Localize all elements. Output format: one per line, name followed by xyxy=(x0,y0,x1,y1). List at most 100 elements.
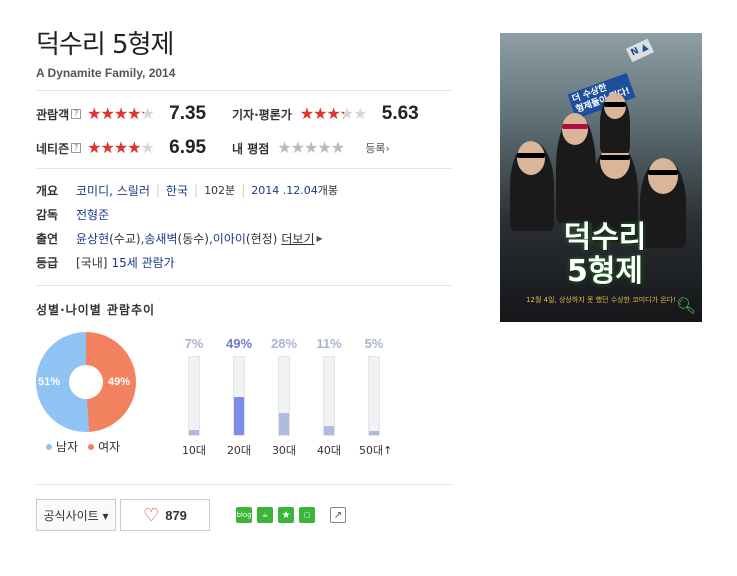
director-label: 감독 xyxy=(36,207,59,222)
cast-link[interactable]: 이아이 xyxy=(213,230,246,247)
age-bar-fill xyxy=(234,396,244,435)
female-legend: 여자 xyxy=(98,440,121,454)
my-rating-label: 내 평점 xyxy=(232,141,270,156)
poster-caption: 12월 4일, 상상하지 못 했던 수상한 코미디가 온다! xyxy=(526,296,676,304)
movie-title: 덕수리 5형제 xyxy=(36,30,174,60)
age-bar-label: 10대 xyxy=(181,444,207,457)
cast-role: (현정) xyxy=(245,231,278,246)
director-row: 감독 전형준 xyxy=(36,202,452,226)
like-count: 879 xyxy=(165,507,187,523)
poster-sign-2: N ▲ xyxy=(625,38,654,63)
divider xyxy=(36,90,452,91)
age-bar-label: 20대 xyxy=(226,444,252,457)
age-bar-track xyxy=(323,356,335,436)
cafe-icon[interactable]: ☕ xyxy=(257,507,273,523)
cast-link[interactable]: 송새벽 xyxy=(144,230,177,247)
zoom-icon[interactable]: 🔍︎ xyxy=(676,296,696,316)
netizen-score: 6.95 xyxy=(169,137,207,158)
netizen-stars: ★★★★★★★★★★ xyxy=(87,138,155,157)
release-date-link[interactable]: 2014 .12.04 xyxy=(251,184,317,197)
male-dot xyxy=(46,443,52,450)
like-button[interactable]: ♡ 879 xyxy=(120,499,210,531)
netizen-rating-label: 네티즌 xyxy=(36,141,70,156)
movie-details: 개요 코미디, 스릴러 | 한국 | 102분 | 2014 .12.04 개봉… xyxy=(36,178,452,274)
age-bar-label: 40대 xyxy=(316,444,342,457)
audience-score: 7.35 xyxy=(169,103,207,124)
bookmark-icon[interactable]: ★ xyxy=(278,507,294,523)
heart-icon: ♡ xyxy=(143,504,160,526)
cast-link[interactable]: 윤상현 xyxy=(76,230,109,247)
overview-row: 개요 코미디, 스릴러 | 한국 | 102분 | 2014 .12.04 개봉 xyxy=(36,182,338,199)
gender-legend: 남자 여자 xyxy=(46,438,120,455)
age-bar-fill xyxy=(369,431,379,435)
genre-link[interactable]: 코미디, 스릴러 xyxy=(76,182,150,199)
my-rating: 내 평점 ★★★★★★★★★★ 등록› xyxy=(232,136,390,160)
movie-poster[interactable]: 더 수상한 형제들이 떴다! N ▲ 덕수리 5형제 12월 4일, 상상하지 … xyxy=(500,33,702,322)
register-rating-link[interactable]: 등록› xyxy=(365,140,390,156)
female-dot xyxy=(88,443,95,450)
age-bar-1: 7% 10대 xyxy=(179,336,209,458)
age-bar-pct: 7% xyxy=(184,336,204,351)
age-bar-pct: 11% xyxy=(316,336,342,351)
blog-icon[interactable]: blog xyxy=(236,507,252,523)
female-pct-label: 49% xyxy=(108,376,131,388)
age-bar-pct: 49% xyxy=(225,336,253,351)
release-suffix: 개봉 xyxy=(317,184,338,197)
age-bar-fill xyxy=(189,429,199,435)
runtime: 102분 xyxy=(204,184,236,197)
netizen-rating: 네티즌 ? ★★★★★★★★★★ 6.95 xyxy=(36,136,206,160)
movie-subtitle: A Dynamite Family, 2014 xyxy=(36,66,176,80)
help-icon[interactable]: ? xyxy=(71,143,82,153)
help-icon[interactable]: ? xyxy=(71,109,82,119)
critic-stars: ★★★★★★★★★★ xyxy=(299,104,368,123)
ratings-block: 관람객 ? ★★★★★★★★★★ 7.35 기자·평론가 ★★★★★★★★★★ … xyxy=(36,100,452,182)
chevron-right-icon: ▶ xyxy=(316,233,323,243)
cast-label: 출연 xyxy=(36,231,59,246)
age-bar-pct: 5% xyxy=(364,336,384,351)
share-icons: blog ☕ ★ ▢ ↗ xyxy=(236,507,351,523)
age-bar-track xyxy=(188,356,200,436)
divider xyxy=(36,168,452,169)
age-bar-3: 28% 30대 xyxy=(269,336,299,458)
age-bar-track xyxy=(368,356,380,436)
age-bar-fill xyxy=(324,426,334,435)
movie-info-panel: 덕수리 5형제 A Dynamite Family, 2014 관람객 ? ★★… xyxy=(36,28,456,531)
age-bar-label: 50대↑ xyxy=(359,444,393,457)
demographics-title: 성별·나이별 관람추이 xyxy=(36,303,156,317)
pie-center xyxy=(69,365,103,399)
country-link[interactable]: 한국 xyxy=(166,182,188,199)
grade-row: 등급 [국내] 15세 관람가 xyxy=(36,250,452,274)
male-legend: 남자 xyxy=(56,440,79,454)
age-bar-label: 30대 xyxy=(271,444,297,457)
my-rating-stars[interactable]: ★★★★★★★★★★ xyxy=(277,140,355,156)
age-bar-2: 49% 20대 xyxy=(224,336,254,458)
grade-label: 등급 xyxy=(36,255,59,270)
cast-role: (동수), xyxy=(177,231,213,246)
more-cast-link[interactable]: 더보기 xyxy=(281,230,314,247)
cast-row: 출연 윤상현 (수교), 송새벽 (동수), 이아이 (현정) 더보기 ▶ xyxy=(36,226,452,250)
male-pct-label: 51% xyxy=(38,376,61,388)
divider xyxy=(36,484,452,485)
action-bar: 공식사이트 ▾ ♡ 879 blog ☕ ★ ▢ ↗ xyxy=(36,499,351,531)
grade-link[interactable]: 15세 관람가 xyxy=(111,254,174,271)
age-bar-track xyxy=(278,356,290,436)
me-icon[interactable]: ▢ xyxy=(299,507,315,523)
divider xyxy=(36,285,452,286)
critic-score: 5.63 xyxy=(381,103,419,124)
age-bar-5: 5% 50대↑ xyxy=(359,336,393,458)
critic-rating: 기자·평론가 ★★★★★★★★★★ 5.63 xyxy=(232,102,419,126)
official-site-button[interactable]: 공식사이트 ▾ xyxy=(36,499,116,531)
age-bar-pct: 28% xyxy=(270,336,298,351)
share-icon[interactable]: ↗ xyxy=(330,507,346,523)
critic-rating-label: 기자·평론가 xyxy=(232,107,292,122)
age-bar-track xyxy=(233,356,245,436)
audience-stars: ★★★★★★★★★★ xyxy=(87,104,155,123)
director-link[interactable]: 전형준 xyxy=(76,206,109,223)
age-bar-4: 11% 40대 xyxy=(314,336,344,458)
cast-role: (수교), xyxy=(109,231,145,246)
overview-label: 개요 xyxy=(36,183,59,198)
grade-prefix: [국내] xyxy=(76,255,108,270)
audience-rating: 관람객 ? ★★★★★★★★★★ 7.35 xyxy=(36,102,206,126)
age-bar-fill xyxy=(279,413,289,435)
audience-rating-label: 관람객 xyxy=(36,107,70,122)
